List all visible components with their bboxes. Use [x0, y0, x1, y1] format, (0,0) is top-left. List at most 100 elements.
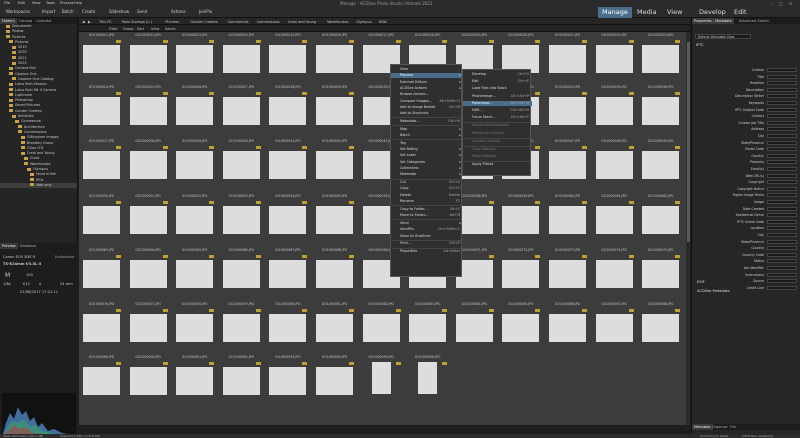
filter-select[interactable]: Select [165, 27, 176, 31]
metadata-view-select[interactable]: Default Metadata View [695, 34, 751, 39]
thumbnail-cell[interactable]: GO1000026.JPG [172, 84, 217, 137]
thumbnail-cell[interactable]: GO1000013.JPG [172, 32, 217, 85]
thumbnail-image[interactable] [316, 206, 353, 234]
context-menu-item[interactable]: Set Label ▸ [391, 153, 463, 158]
context-menu-item[interactable]: Move to OneDrive [391, 234, 463, 239]
context-menu-item[interactable]: ACDSee Actions ▸ [391, 86, 463, 91]
thumbnail-image[interactable] [418, 362, 438, 394]
context-menu-item[interactable]: Browse Actions... [391, 92, 463, 97]
thumbnail-image[interactable] [549, 151, 586, 179]
toolbar-batch[interactable]: Batch [62, 9, 74, 14]
thumbnail-cell[interactable]: GO1000066.JPG [219, 247, 264, 300]
metadata-field-input[interactable] [767, 68, 797, 72]
thumbnail-grid[interactable]: GO1000011.JPG GO1000012.JPG GO1000013.JPG G… [79, 32, 690, 425]
context-menu-item[interactable]: Process ▸ [391, 73, 463, 79]
thumbnail-cell[interactable]: GO1000055.JPG [312, 193, 357, 246]
thumbnail-cell[interactable]: GO1000076.JPG [79, 301, 124, 354]
thumbnail-cell[interactable]: GO1000035.JPG [592, 84, 637, 137]
thumbnail-image[interactable] [316, 260, 353, 288]
metadata-field-input[interactable] [767, 167, 797, 171]
thumbnail-image[interactable] [83, 260, 120, 288]
bottom-tab-file[interactable]: File [728, 424, 738, 430]
thumbnail-image[interactable] [222, 367, 260, 395]
thumbnail-cell[interactable]: GO1000077.JPG [126, 301, 171, 354]
thumbnail-image[interactable] [269, 45, 307, 73]
thumbnail-cell[interactable]: GO1000053.JPG [219, 193, 264, 246]
thumbnail-cell[interactable]: GO1000011.JPG [79, 32, 124, 85]
thumbnail-cell[interactable]: GO1000096.JPG [405, 354, 450, 407]
context-menu-item[interactable]: Tag [391, 141, 463, 146]
thumbnail-image[interactable] [83, 151, 120, 179]
thumbnail-image[interactable] [595, 260, 633, 288]
metadata-field-input[interactable] [767, 94, 797, 99]
tab-database[interactable]: Database [18, 243, 39, 249]
back-icon[interactable]: ◀ [82, 20, 85, 24]
metadata-field-input[interactable] [767, 193, 797, 198]
thumbnail-cell[interactable]: GO1000065.JPG [172, 247, 217, 300]
process-menu-item[interactable]: Develop Ctrl+D [463, 72, 532, 77]
metadata-field-input[interactable] [767, 180, 797, 185]
context-menu-item[interactable]: External Editors ▸ [391, 80, 463, 85]
context-menu-item[interactable]: Collections ▸ [391, 166, 463, 171]
metadata-field-input[interactable] [767, 81, 797, 86]
breadcrumb-item[interactable]: Gonder Creates [190, 20, 217, 24]
metadata-field-input[interactable] [767, 107, 797, 112]
toolbar-actions[interactable]: Actions [171, 9, 186, 14]
thumbnail-image[interactable] [642, 314, 680, 342]
thumbnail-image[interactable] [362, 314, 400, 342]
thumbnail-cell[interactable]: GO1000021.JPG [545, 32, 590, 85]
thumbnail-cell[interactable]: GO1000012.JPG [126, 32, 171, 85]
thumbnail-cell[interactable]: GO1000042.JPG [312, 138, 357, 191]
thumbnail-cell[interactable]: GO1000036.JPG [638, 84, 683, 137]
thumbnail-cell[interactable]: GO1000037.JPG [79, 138, 124, 191]
breadcrumb-item[interactable]: Olympus [356, 20, 371, 24]
thumbnail-image[interactable] [83, 314, 120, 342]
thumbnail-image[interactable] [129, 97, 167, 125]
thumbnail-cell[interactable]: GO1000094.JPG [312, 354, 357, 407]
thumbnail-cell[interactable]: GO1000052.JPG [172, 193, 217, 246]
context-menu-item[interactable]: View [391, 67, 463, 72]
thumbnail-image[interactable] [222, 206, 260, 234]
thumbnail-cell[interactable]: GO1000023.JPG [638, 32, 683, 85]
metadata-field-input[interactable] [767, 134, 797, 138]
thumbnail-cell[interactable]: GO1000083.JPG [405, 301, 450, 354]
thumbnail-image[interactable] [176, 97, 214, 125]
minimize-icon[interactable]: – [770, 1, 772, 6]
filter-view[interactable]: View [151, 27, 159, 31]
context-menu-item[interactable]: Move to Folder... Alt+M [391, 213, 463, 218]
thumbnail-cell[interactable]: GO1000038.JPG [126, 138, 171, 191]
toolbar-create[interactable]: Create [82, 9, 95, 14]
context-menu-item[interactable]: SendPix... Ctrl+Shift+G [391, 227, 463, 232]
thumbnail-image[interactable] [83, 206, 120, 234]
mode-edit[interactable]: Edit [730, 7, 751, 18]
thumbnail-cell[interactable]: GO1000087.JPG [592, 301, 637, 354]
breadcrumb-item[interactable]: This PC [99, 20, 112, 24]
thumbnail-image[interactable] [269, 260, 307, 288]
thumbnail-cell[interactable]: GO1000085.JPG [498, 301, 543, 354]
thumbnail-cell[interactable]: GO1000029.JPG [312, 84, 357, 137]
section-header-exif[interactable]: EXIF [697, 280, 705, 284]
breadcrumb-item[interactable]: Crest and Young [288, 20, 316, 24]
thumbnail-image[interactable] [549, 260, 586, 288]
thumbnail-image[interactable] [409, 314, 447, 342]
context-menu-item[interactable]: Send ▸ [391, 221, 463, 226]
metadata-field-input[interactable] [767, 272, 797, 277]
breadcrumb-item[interactable]: Pictures [165, 20, 179, 24]
thumbnail-cell[interactable]: GO1000034.JPG [545, 84, 590, 137]
metadata-field-input[interactable] [767, 140, 797, 145]
thumbnail-cell[interactable]: GO1000063.JPG [79, 247, 124, 300]
context-menu-item[interactable]: Map ▸ [391, 127, 463, 132]
metadata-field-input[interactable] [767, 213, 797, 218]
context-menu-item[interactable]: Properties Alt+Enter [391, 249, 463, 254]
thumbnail-cell[interactable]: GO1000095.JPG [359, 354, 404, 407]
thumbnail-cell[interactable]: GO1000024.JPG [79, 84, 124, 137]
mode-develop[interactable]: Develop [695, 7, 730, 18]
thumbnail-image[interactable] [129, 45, 167, 73]
thumbnail-cell[interactable]: GO1000060.JPG [545, 193, 590, 246]
thumbnail-image[interactable] [502, 314, 540, 342]
thumbnail-cell[interactable]: GO1000015.JPG [265, 32, 310, 85]
metadata-field-input[interactable] [767, 266, 797, 270]
thumbnail-image[interactable] [642, 45, 680, 73]
context-menu-item[interactable]: Metadata ▸ [391, 172, 463, 177]
thumbnail-cell[interactable]: GO1000050.JPG [79, 193, 124, 246]
